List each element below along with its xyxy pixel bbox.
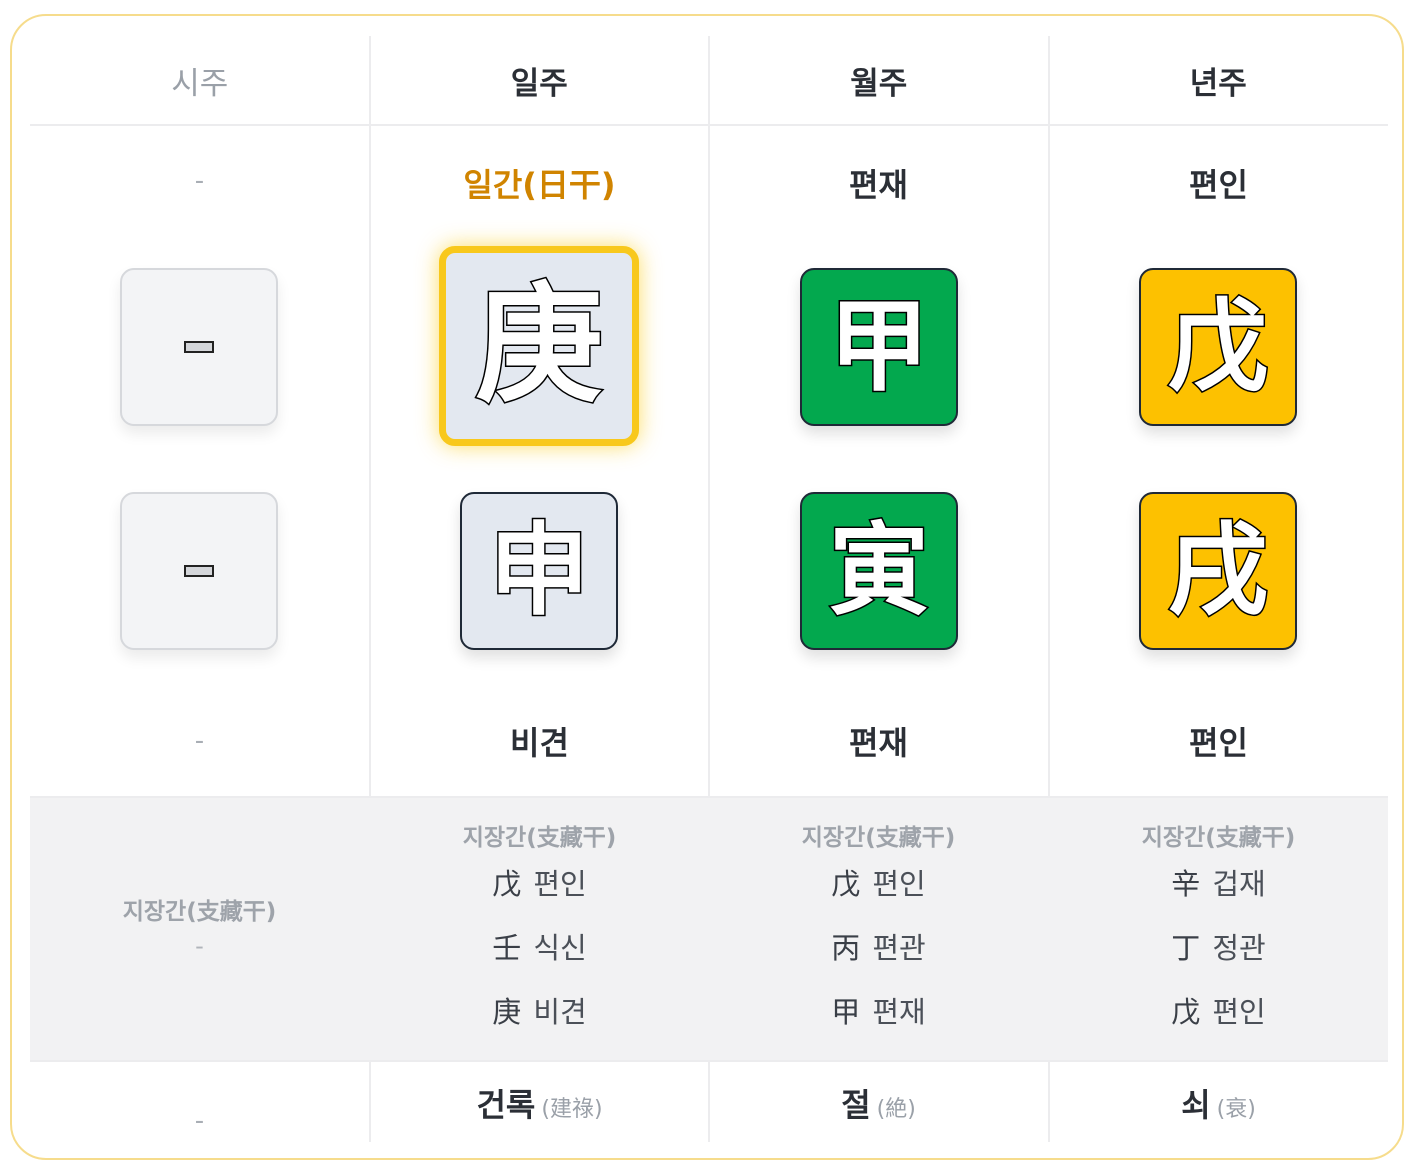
life-stage-hanja: (衰) [1216, 1097, 1256, 1122]
hidden-stem-item: 辛 겁재 [1171, 867, 1266, 901]
header-month-pillar: 월주 [850, 65, 908, 102]
year-life-stage: 쇠 (衰) [1049, 1080, 1388, 1126]
year-branch-ten-god: 편인 [1189, 724, 1248, 762]
year-stem-char: 戊 [1167, 288, 1270, 405]
hidden-stem-item: 庚 비견 [492, 995, 587, 1029]
year-branch-tile[interactable]: 戌 [1139, 492, 1297, 650]
hour-branch-tile[interactable] [120, 492, 278, 650]
year-stem-tile[interactable]: 戊 [1139, 268, 1297, 426]
life-stage-name: 건록 [476, 1086, 536, 1124]
year-stem-ten-god: 편인 [1189, 166, 1248, 204]
hidden-stem-item: 丁 정관 [1171, 931, 1266, 965]
hidden-stems-empty: - [195, 932, 204, 960]
hidden-stems-section: 지장간(支藏干) - 지장간(支藏干) 戊 편인 壬 식신 庚 비견 지장간(支藏干)… [30, 796, 1388, 1062]
year-branch-char: 戌 [1167, 512, 1270, 629]
month-branch-tile[interactable]: 寅 [800, 492, 958, 650]
day-life-stage: 건록 (建祿) [370, 1080, 709, 1126]
year-hidden-stems: 지장간(支藏干) 辛 겁재 丁 정관 戊 편인 [1049, 798, 1388, 1060]
month-hidden-stems: 지장간(支藏干) 戊 편인 丙 편관 甲 편재 [709, 798, 1048, 1060]
month-life-stage: 절 (絶) [709, 1080, 1048, 1126]
hidden-stems-title: 지장간(支藏干) [122, 899, 277, 925]
hidden-stem-item: 壬 식신 [492, 931, 587, 965]
life-stage-name: 쇠 [1181, 1086, 1211, 1124]
month-stem-char: 甲 [828, 288, 931, 405]
life-stage-name: 절 [841, 1086, 871, 1124]
day-branch-char: 申 [488, 512, 591, 629]
empty-placeholder-icon [184, 341, 214, 353]
month-branch-char: 寅 [828, 512, 931, 629]
day-hidden-stems: 지장간(支藏干) 戊 편인 壬 식신 庚 비견 [370, 798, 709, 1060]
hour-stem-tile[interactable] [120, 268, 278, 426]
day-stem-char: 庚 [473, 271, 604, 420]
hour-branch-ten-god: - [194, 726, 205, 756]
hidden-stem-item: 甲 편재 [831, 995, 926, 1029]
hidden-stems-title: 지장간(支藏干) [801, 825, 956, 851]
hidden-stem-item: 丙 편관 [831, 931, 926, 965]
hour-stem-ten-god: - [194, 166, 205, 196]
hidden-stems-title: 지장간(支藏干) [462, 825, 617, 851]
month-stem-tile[interactable]: 甲 [800, 268, 958, 426]
hidden-stem-item: 戊 편인 [831, 867, 926, 901]
hidden-stem-item: 戊 편인 [1171, 995, 1266, 1029]
header-hour-pillar: 시주 [171, 65, 229, 102]
day-stem-tile[interactable]: 庚 [439, 246, 639, 446]
hidden-stems-title: 지장간(支藏干) [1141, 825, 1296, 851]
header-day-pillar: 일주 [510, 65, 568, 102]
header-year-pillar: 년주 [1189, 65, 1247, 102]
day-stem-label: 일간(日干) [463, 166, 616, 204]
empty-placeholder-icon [184, 565, 214, 577]
day-branch-tile[interactable]: 申 [460, 492, 618, 650]
hidden-stem-item: 戊 편인 [492, 867, 587, 901]
day-branch-ten-god: 비견 [510, 724, 569, 762]
hour-life-stage: - [194, 1106, 205, 1136]
month-stem-ten-god: 편재 [849, 166, 908, 204]
hour-hidden-stems: 지장간(支藏干) - [30, 798, 369, 1060]
life-stage-hanja: (絶) [876, 1097, 916, 1122]
life-stage-hanja: (建祿) [541, 1097, 603, 1122]
saju-pillars-card: 시주 일주 월주 년주 - 일간(日干) 편재 편인 庚 甲 戊 申 寅 戌 -… [10, 14, 1404, 1160]
month-branch-ten-god: 편재 [849, 724, 908, 762]
